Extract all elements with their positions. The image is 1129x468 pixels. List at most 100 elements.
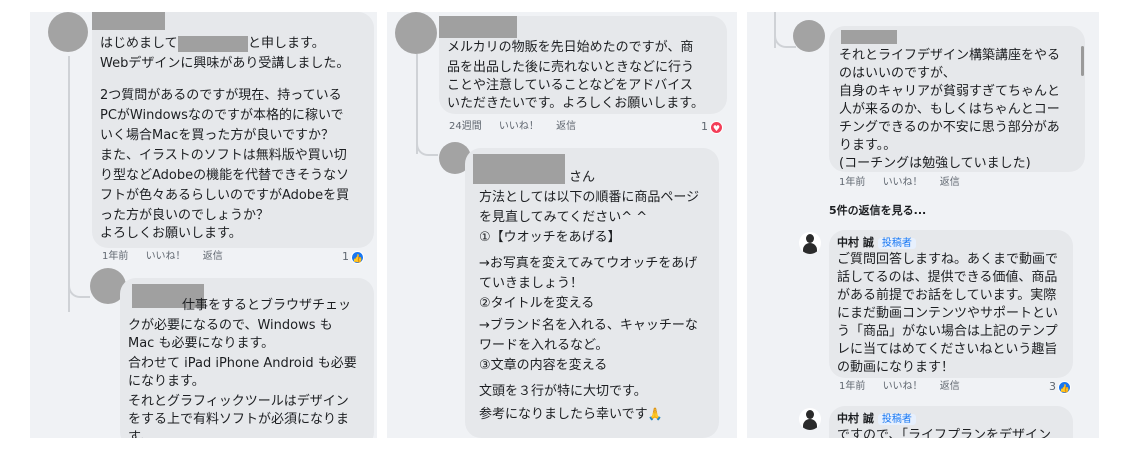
comment-text: さん <box>569 170 596 185</box>
comment-text: 文頭を３行が特に大切です。 <box>479 384 647 399</box>
thread-line <box>68 56 70 312</box>
comment-text: 自身のキャリアが貧弱すぎてちゃんと <box>839 84 1061 99</box>
comment-text: レに当てはめてくださいねという趣旨 <box>837 342 1058 357</box>
comment-bubble: それとライフデザイン構築講座をやる のはいいのですが、 自身のキャリアが貧弱すぎ… <box>829 26 1085 172</box>
comment-text: 人が来るのか、もしくはちゃんとコー <box>839 102 1060 117</box>
redacted-name <box>841 30 897 44</box>
like-link[interactable]: いいね！ <box>146 251 186 262</box>
reply-link[interactable]: 返信 <box>556 121 576 132</box>
comment-bubble: メルカリの物販を先日始めたのですが、商 品を出品した後に売れないときなどに行う … <box>439 16 727 114</box>
scrollbar-thumb[interactable] <box>1081 46 1084 76</box>
comment-text: いく場合Macを買った方が良いですか？ <box>100 128 334 143</box>
redacted-name <box>439 16 517 38</box>
thread-connector <box>68 282 90 298</box>
comment-text: →お写真を変えてみてウオッチをあげ <box>479 256 698 271</box>
timestamp[interactable]: 1年前 <box>839 381 865 392</box>
comment-text: のはいいのですが、 <box>839 66 956 81</box>
see-replies-link[interactable]: 5件の返信を見る... <box>829 202 926 218</box>
comment-bubble: はじめまして と申します。 Webデザインに興味があり受講しました。 2つ質問が… <box>92 12 374 248</box>
comment-text: の動画になります！ <box>837 360 955 375</box>
comment-text: 方法としては以下の順番に商品ページ <box>479 190 700 205</box>
comment-text: 仕事をするとブラウザチェッ <box>182 298 352 313</box>
comment-text: を見直してみてください^ ^ <box>479 210 648 225</box>
comment-text: ります。。 <box>839 138 897 153</box>
comment-panel-3: それとライフデザイン構築講座をやる のはいいのですが、 自身のキャリアが貧弱すぎ… <box>747 12 1099 438</box>
comment-meta: 1年前 いいね！ 返信 <box>102 250 237 264</box>
comment-meta: 1年前 いいね！ 返信 <box>839 380 974 394</box>
comment-text: った方が良いのでしょうか？ <box>100 208 270 223</box>
reaction-number: 1 <box>701 120 708 133</box>
comment-bubble: 中村 誠投稿者 ですので、「ライフプランをデザイン <box>829 406 1073 438</box>
comment-text: ③文章の内容を変える <box>479 358 608 373</box>
comment-text: メルカリの物販を先日始めたのですが、商 <box>447 40 694 55</box>
comment-text: 参考になりましたら幸いです🙏 <box>479 404 663 425</box>
author-line: 中村 誠投稿者 <box>837 410 916 427</box>
thread-line <box>416 54 418 154</box>
comment-text: ①【ウオッチをあげる】 <box>479 230 621 245</box>
comment-text: にまだ動画コンテンツやサポートとい <box>837 306 1059 321</box>
author-line: 中村 誠投稿者 <box>837 234 916 251</box>
reply-link[interactable]: 返信 <box>940 381 960 392</box>
person-head <box>806 410 814 419</box>
comment-text: をする上で有料ソフトが必須になりま <box>128 412 350 427</box>
author-name[interactable]: 中村 誠 <box>837 412 874 425</box>
comment-text: ていきましょう！ <box>479 276 584 291</box>
redacted-name <box>178 36 248 52</box>
author-avatar[interactable] <box>799 408 821 430</box>
reply-link[interactable]: 返信 <box>203 251 223 262</box>
thumbs-up-icon: 👍 <box>351 250 364 264</box>
comment-text: また、イラストのソフトは無料版や買い切 <box>100 148 347 163</box>
comment-text: 2つ質問があるのですが現在、持っている <box>100 88 342 103</box>
avatar[interactable] <box>395 12 437 54</box>
comment-text: ことや注意していることなどをアドバイス <box>447 78 693 93</box>
thread-connector <box>416 140 438 156</box>
comment-bubble: さん 方法としては以下の順番に商品ページ を見直してみてください^ ^ ①【ウオ… <box>465 148 719 438</box>
reaction-count[interactable]: 1 👍 <box>342 250 364 264</box>
timestamp[interactable]: 1年前 <box>102 251 128 262</box>
reaction-number: 3 <box>1049 380 1056 393</box>
comment-meta: 24週間 いいね！ 返信 <box>449 120 590 134</box>
avatar[interactable] <box>793 20 825 52</box>
timestamp[interactable]: 1年前 <box>839 177 865 188</box>
comment-text: す。 <box>128 430 153 438</box>
author-name[interactable]: 中村 誠 <box>837 236 874 249</box>
comment-bubble: 中村 誠投稿者 ご質問回答しますね。あくまで動画で 話してるのは、提供できる価値… <box>829 230 1073 378</box>
reaction-count[interactable]: 1 ♥ <box>701 120 723 134</box>
comment-text: (コーチングは勉強していました) <box>839 156 1031 171</box>
reply-link[interactable]: 返信 <box>940 177 960 188</box>
person-body <box>803 243 817 254</box>
comment-text: がある前提でお話をしています。実際 <box>837 288 1057 303</box>
comment-text: よろしくお願いします。 <box>100 226 242 241</box>
comment-text: クが必要になるので、Windows も <box>128 318 333 333</box>
comment-text: Mac も必要になります。 <box>128 336 275 351</box>
author-avatar[interactable] <box>799 232 821 254</box>
avatar[interactable] <box>48 12 88 52</box>
comment-text: フトが色々あるらしいのですがAdobeを買 <box>100 188 350 203</box>
comment-meta: 1年前 いいね！ 返信 <box>839 176 974 190</box>
comment-text: ②タイトルを変える <box>479 296 595 311</box>
reaction-count[interactable]: 3 👍 <box>1049 380 1071 394</box>
comment-text: ですので、「ライフプランをデザイン <box>837 428 1051 438</box>
comment-text-content: 参考になりましたら幸いです <box>479 407 648 422</box>
comment-text: →ブランド名を入れる、キャッチーな <box>479 318 698 333</box>
like-link[interactable]: いいね！ <box>499 121 539 132</box>
author-badge: 投稿者 <box>877 238 916 249</box>
comment-text: はじめまして <box>100 36 178 51</box>
timestamp[interactable]: 24週間 <box>449 121 482 132</box>
like-link[interactable]: いいね！ <box>883 177 923 188</box>
thumbs-up-icon: 👍 <box>1058 380 1071 394</box>
author-badge: 投稿者 <box>877 414 916 425</box>
like-link[interactable]: いいね！ <box>883 381 923 392</box>
redacted-name <box>92 12 165 30</box>
pray-emoji-icon: 🙏 <box>647 407 663 421</box>
redacted-name <box>473 154 565 184</box>
comment-text: 合わせて iPad iPhone Android も必要 <box>128 356 357 371</box>
comment-text: PCがWindowsなのですが本格的に稼いで <box>100 108 344 123</box>
comment-text: ご質問回答しますね。あくまで動画で <box>837 252 1059 267</box>
person-body <box>803 419 817 430</box>
comment-text: Webデザインに興味があり受講しました。 <box>100 56 350 71</box>
comment-text: それとライフデザイン構築講座をやる <box>839 48 1061 63</box>
comment-text: になります。 <box>128 374 205 389</box>
comment-panel-2: メルカリの物販を先日始めたのですが、商 品を出品した後に売れないときなどに行う … <box>387 12 737 438</box>
person-head <box>806 234 814 243</box>
